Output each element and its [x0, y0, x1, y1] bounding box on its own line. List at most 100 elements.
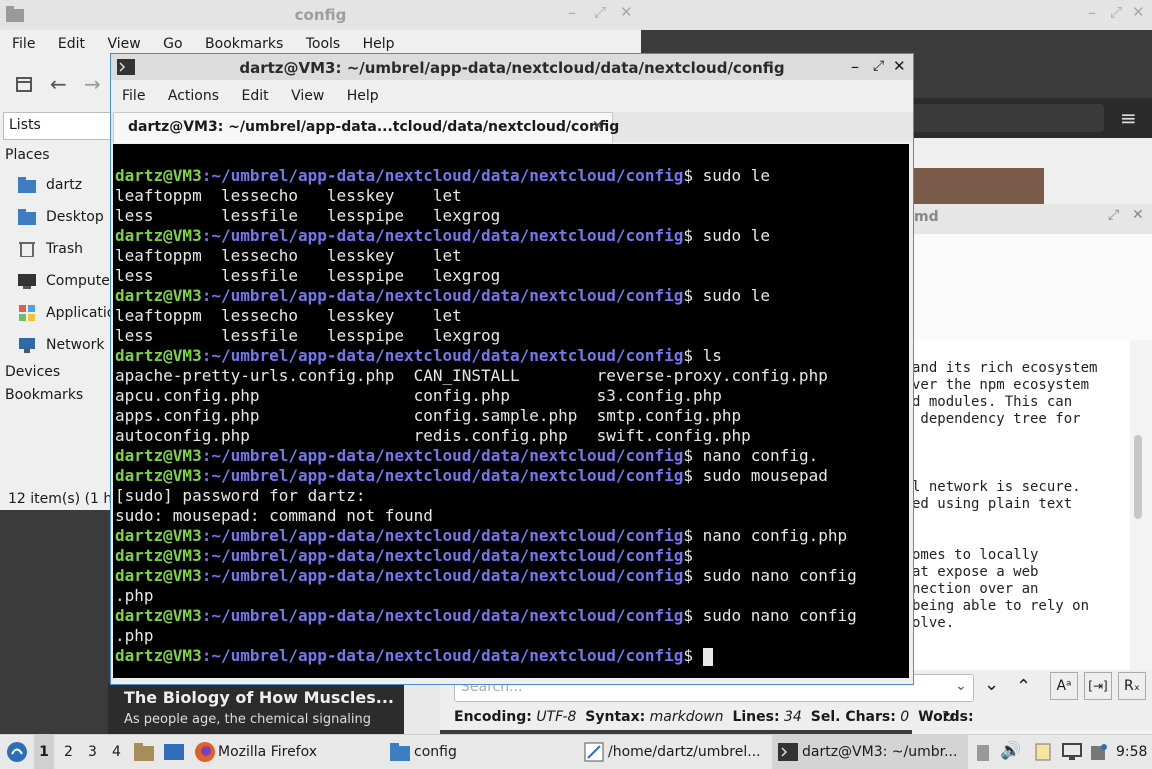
- menu-file[interactable]: File: [12, 32, 35, 56]
- minimize-icon[interactable]: –: [851, 57, 859, 76]
- lines-label: Lines:: [732, 709, 780, 725]
- editor-text-line: l network is secure.: [912, 479, 1081, 495]
- task-config[interactable]: config: [414, 735, 457, 769]
- notes-icon[interactable]: [1034, 743, 1052, 761]
- prompt-user: dartz@VM3: [115, 466, 202, 485]
- task-text-editor[interactable]: /home/dartz/umbrel...: [608, 735, 761, 769]
- new-tab-icon[interactable]: [16, 75, 34, 93]
- terminal-output-line: .php: [115, 586, 154, 605]
- computer-icon: [18, 274, 36, 289]
- terminal-window: dartz@VM3: ~/umbrel/app-data/nextcloud/d…: [110, 53, 914, 685]
- workspace-3[interactable]: 3: [88, 735, 97, 769]
- maximize-icon[interactable]: ⤢: [873, 58, 884, 74]
- prompt-path: :~/umbrel/app-data/nextcloud/data/nextcl…: [201, 646, 684, 665]
- place-applications[interactable]: Applicatio: [0, 298, 115, 328]
- text-editor-titlebar[interactable]: md ⤢ ✕: [912, 204, 1152, 234]
- menu-file[interactable]: File: [122, 84, 145, 108]
- file-manager-title: config: [294, 6, 347, 24]
- home-folder-icon: [18, 177, 36, 193]
- terminal-output[interactable]: dartz@VM3:~/umbrel/app-data/nextcloud/da…: [113, 144, 909, 678]
- syntax-value: markdown: [649, 709, 724, 725]
- clipboard-icon[interactable]: [976, 743, 990, 761]
- place-network[interactable]: Network: [0, 330, 104, 360]
- desktop-folder-icon: [18, 209, 36, 225]
- forward-arrow-icon[interactable]: →: [84, 72, 101, 96]
- place-home[interactable]: dartz: [0, 170, 82, 200]
- match-case-icon[interactable]: Aᵃ: [1050, 672, 1078, 700]
- folder-icon: [390, 743, 410, 761]
- task-firefox[interactable]: Mozilla Firefox: [218, 735, 317, 769]
- refresh-icon[interactable]: ↻: [942, 707, 955, 726]
- side-pane-selector[interactable]: Lists: [3, 112, 112, 140]
- minimize-icon[interactable]: –: [568, 3, 576, 22]
- prompt-user: dartz@VM3: [115, 646, 202, 665]
- terminal-output-line: sudo: mousepad: command not found: [115, 506, 433, 525]
- editor-scrollbar-thumb[interactable]: [1134, 435, 1142, 519]
- minimize-icon[interactable]: –: [1088, 3, 1096, 22]
- prompt-path: :~/umbrel/app-data/nextcloud/data/nextcl…: [201, 166, 684, 185]
- workspace-2[interactable]: 2: [64, 735, 73, 769]
- terminal-output-line: apache-pretty-urls.config.php CAN_INSTAL…: [115, 366, 828, 385]
- places-heading: Places: [5, 147, 50, 163]
- network-status-icon[interactable]: [1062, 743, 1082, 761]
- close-icon[interactable]: ✕: [620, 3, 633, 21]
- terminal-tab[interactable]: dartz@VM3: ~/umbrel/app-data...tcloud/da…: [113, 112, 619, 143]
- editor-text-line: at expose a web: [912, 564, 1039, 580]
- editor-text-line: and its rich ecosystem: [912, 360, 1098, 376]
- browser-address-bar[interactable]: [912, 104, 1104, 132]
- file-manager-launcher-icon[interactable]: [134, 743, 154, 761]
- prompt-path: :~/umbrel/app-data/nextcloud/data/nextcl…: [201, 546, 684, 565]
- find-previous-icon[interactable]: ⌃: [1016, 676, 1031, 697]
- prompt-command: $ nano config.: [683, 446, 819, 465]
- maximize-icon[interactable]: ⤢: [1108, 207, 1119, 223]
- place-label: Trash: [46, 241, 83, 257]
- task-terminal[interactable]: dartz@VM3: ~/umbr...: [802, 735, 957, 769]
- menu-actions[interactable]: Actions: [168, 84, 219, 108]
- terminal-titlebar[interactable]: dartz@VM3: ~/umbrel/app-data/nextcloud/d…: [111, 54, 913, 80]
- maximize-icon[interactable]: ⤢: [594, 3, 606, 21]
- terminal-prompt-line: dartz@VM3:~/umbrel/app-data/nextcloud/da…: [115, 606, 857, 626]
- terminal-prompt-line: dartz@VM3:~/umbrel/app-data/nextcloud/da…: [115, 286, 770, 306]
- find-next-icon[interactable]: ⌄: [984, 674, 999, 695]
- place-computer[interactable]: Compute: [0, 266, 110, 296]
- chevron-down-icon[interactable]: ⌄: [955, 678, 967, 694]
- back-arrow-icon[interactable]: ←: [50, 72, 67, 96]
- editor-text-line: dependency tree for: [912, 411, 1081, 427]
- prompt-command: $ nano config.php: [683, 526, 848, 545]
- news-card-title: The Biology of How Muscles...: [124, 688, 394, 707]
- menu-view[interactable]: View: [291, 84, 324, 108]
- prompt-user: dartz@VM3: [115, 446, 202, 465]
- workspace-4[interactable]: 4: [112, 735, 121, 769]
- menu-help[interactable]: Help: [347, 84, 379, 108]
- terminal-prompt-line: dartz@VM3:~/umbrel/app-data/nextcloud/da…: [115, 446, 818, 466]
- syntax-label: Syntax:: [585, 709, 646, 725]
- close-icon[interactable]: ✕: [893, 57, 906, 75]
- start-menu-icon[interactable]: [6, 741, 28, 763]
- menu-edit[interactable]: Edit: [58, 32, 85, 56]
- regex-icon[interactable]: Rₓ: [1118, 672, 1146, 700]
- text-editor-content[interactable]: and its rich ecosystem ver the npm ecosys…: [912, 340, 1130, 670]
- editor-text-line: omes to locally: [912, 547, 1039, 563]
- menu-edit[interactable]: Edit: [241, 84, 268, 108]
- terminal-output-line: leaftoppm lessecho lesskey let: [115, 246, 462, 265]
- hamburger-menu-icon[interactable]: ≡: [1120, 106, 1137, 130]
- whole-word-icon[interactable]: [⇥]: [1084, 672, 1112, 700]
- workspace-1[interactable]: 1: [34, 735, 54, 769]
- terminal-prompt-line: dartz@VM3:~/umbrel/app-data/nextcloud/da…: [115, 546, 693, 566]
- file-manager-titlebar[interactable]: config – ⤢ ✕ – ⤢ ✕: [0, 0, 1152, 30]
- place-trash[interactable]: Trash: [0, 234, 83, 264]
- place-desktop[interactable]: Desktop: [0, 202, 104, 232]
- text-editor-toolbar: [912, 234, 1152, 340]
- notification-icon[interactable]: [1090, 743, 1108, 761]
- editor-text-line: ver the npm ecosystem: [912, 377, 1090, 393]
- maximize-icon[interactable]: ⤢: [1110, 3, 1122, 21]
- show-desktop-icon[interactable]: [164, 743, 184, 761]
- close-icon[interactable]: ✕: [1132, 207, 1144, 223]
- close-tab-icon[interactable]: ✕: [592, 118, 604, 134]
- sel-chars-label: Sel. Chars:: [810, 709, 896, 725]
- close-icon[interactable]: ✕: [1132, 3, 1145, 21]
- news-card[interactable]: The Biology of How Muscles... As people …: [108, 684, 404, 734]
- volume-icon[interactable]: 🔊: [1000, 741, 1021, 761]
- place-label: Applicatio: [46, 305, 116, 321]
- prompt-command: $ sudo nano config: [683, 606, 857, 625]
